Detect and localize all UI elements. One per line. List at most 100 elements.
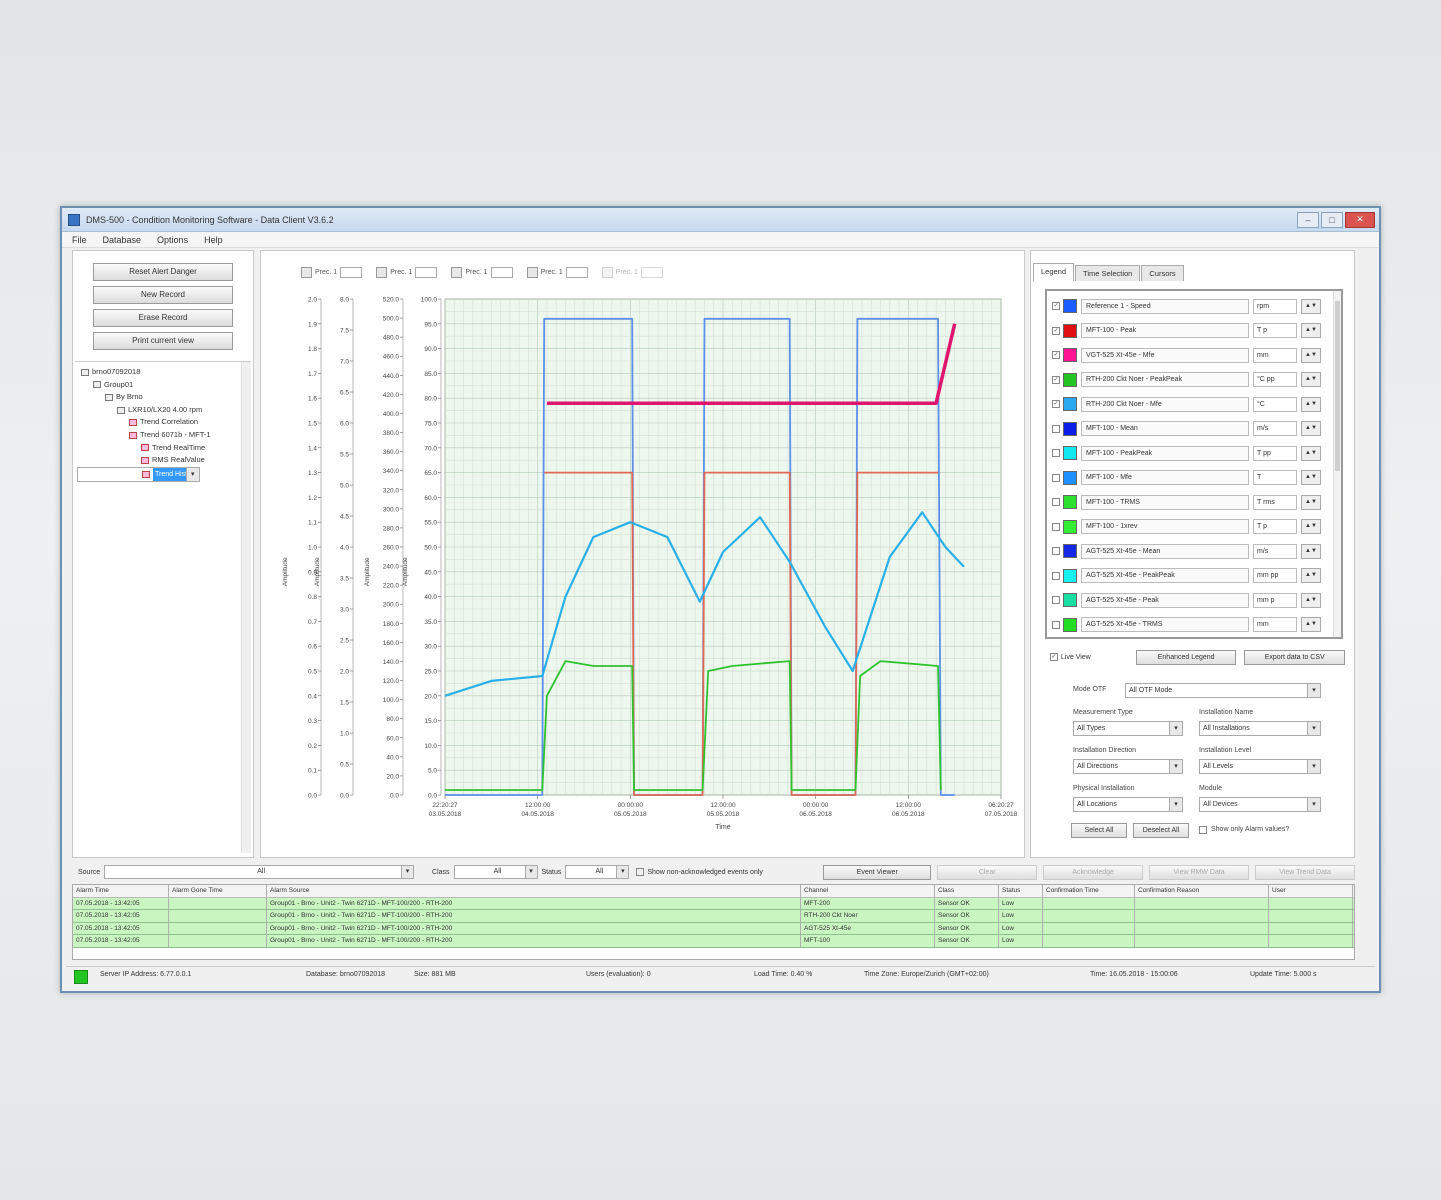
legend-visibility-checkbox[interactable] [1052, 571, 1060, 580]
installation-direction-select[interactable]: All Directions [1073, 759, 1183, 774]
legend-item[interactable]: AGT-525 Xt-45e - Peak mm p ▲▼ [1049, 588, 1341, 613]
legend-visibility-checkbox[interactable] [1052, 547, 1060, 556]
column-header[interactable]: Alarm Gone Time [169, 885, 267, 897]
menu-file[interactable]: File [72, 235, 87, 245]
select-all-button[interactable]: Select All [1071, 823, 1127, 838]
tree-node[interactable]: Trend RealTime [77, 442, 251, 455]
menu-help[interactable]: Help [204, 235, 223, 245]
series-color-swatch[interactable] [1063, 421, 1077, 436]
status-select[interactable]: All [565, 865, 630, 879]
live-view-checkbox[interactable]: ✓ [1050, 653, 1058, 661]
legend-visibility-checkbox[interactable]: ✓ [1052, 375, 1060, 384]
series-color-swatch[interactable] [1063, 495, 1077, 510]
tab-time-selection[interactable]: Time Selection [1075, 265, 1141, 281]
physical-installation-select[interactable]: All Locations [1073, 797, 1183, 812]
event-viewer-button[interactable]: Event Viewer [823, 864, 932, 880]
maximize-icon[interactable]: □ [1321, 211, 1343, 228]
installation-level-select[interactable]: All Levels [1199, 759, 1321, 774]
legend-item[interactable]: AGT-525 Xt-45e - TRMS mm ▲▼ [1049, 613, 1341, 638]
series-order-buttons[interactable]: ▲▼ [1301, 494, 1321, 510]
series-order-buttons[interactable]: ▲▼ [1301, 445, 1321, 461]
acknowledge-button[interactable]: Acknowledge [1043, 864, 1144, 880]
legend-item[interactable]: ✓ VGT-525 Xt-45e - Mfe mm ▲▼ [1049, 343, 1341, 368]
series-color-swatch[interactable] [1063, 348, 1077, 363]
series-color-swatch[interactable] [1063, 323, 1077, 338]
export-csv-button[interactable]: Export data to CSV [1244, 649, 1345, 665]
legend-item[interactable]: ✓ RTH-200 Ckt Noer - PeakPeak °C pp ▲▼ [1049, 368, 1341, 393]
legend-visibility-checkbox[interactable] [1052, 424, 1060, 433]
series-color-swatch[interactable] [1063, 544, 1077, 559]
series-color-swatch[interactable] [1063, 593, 1077, 608]
new-record-button[interactable]: New Record [93, 286, 233, 304]
column-header[interactable]: Confirmation Time [1043, 885, 1135, 897]
series-color-swatch[interactable] [1063, 519, 1077, 534]
show-alarm-checkbox[interactable] [1199, 826, 1207, 834]
class-select[interactable]: All [453, 865, 538, 879]
tree-node[interactable]: RMS RealValue [77, 454, 251, 467]
view-trend-button[interactable]: View Trend Data [1255, 864, 1356, 880]
menu-options[interactable]: Options [157, 235, 188, 245]
legend-item[interactable]: ✓ RTH-200 Ckt Noer - Mfe °C ▲▼ [1049, 392, 1341, 417]
series-order-buttons[interactable]: ▲▼ [1301, 323, 1321, 339]
series-order-buttons[interactable]: ▲▼ [1301, 347, 1321, 363]
series-order-buttons[interactable]: ▲▼ [1301, 543, 1321, 559]
tree-node[interactable]: Trend 6071b - MFT-1 [77, 429, 251, 442]
tree-scrollbar[interactable] [241, 362, 251, 853]
mode-select[interactable]: All OTF Mode [1125, 683, 1321, 698]
table-row[interactable]: 07.05.2018 - 13:42:05 Group01 - Brno - Un… [73, 935, 1354, 948]
tree-node[interactable]: brno07092018 [77, 366, 251, 379]
table-row[interactable]: 07.05.2018 - 13:42:05 Group01 - Brno - Un… [73, 910, 1354, 923]
measurement-type-select[interactable]: All Types [1073, 721, 1183, 736]
legend-item[interactable]: MFT-100 - 1xrev T p ▲▼ [1049, 515, 1341, 540]
column-header[interactable]: Alarm Source [267, 885, 801, 897]
close-icon[interactable]: ✕ [1345, 211, 1375, 228]
series-order-buttons[interactable]: ▲▼ [1301, 568, 1321, 584]
legend-item[interactable]: MFT-100 - Mean m/s ▲▼ [1049, 417, 1341, 442]
legend-item[interactable]: AGT-525 Xt-45e - PeakPeak mm pp ▲▼ [1049, 564, 1341, 589]
module-select[interactable]: All Devices [1199, 797, 1321, 812]
non-ack-checkbox[interactable] [636, 868, 645, 876]
series-color-swatch[interactable] [1063, 568, 1077, 583]
series-order-buttons[interactable]: ▲▼ [1301, 372, 1321, 388]
column-header[interactable]: User [1269, 885, 1353, 897]
series-order-buttons[interactable]: ▲▼ [1301, 592, 1321, 608]
enhanced-legend-button[interactable]: Enhanced Legend [1135, 649, 1237, 665]
menu-database[interactable]: Database [103, 235, 142, 245]
legend-visibility-checkbox[interactable]: ✓ [1052, 400, 1060, 409]
tree-node[interactable]: Trend Correlation [77, 416, 251, 429]
legend-visibility-checkbox[interactable] [1052, 498, 1060, 507]
legend-visibility-checkbox[interactable]: ✓ [1052, 326, 1060, 335]
column-header[interactable]: Confirmation Reason [1135, 885, 1269, 897]
tree-node[interactable]: By Brno [77, 391, 251, 404]
installation-name-select[interactable]: All Installations [1199, 721, 1321, 736]
reset-alert-button[interactable]: Reset Alert Danger [93, 263, 233, 281]
tree-node[interactable]: Group01 [77, 379, 251, 392]
trend-chart[interactable]: 2.01.91.81.71.61.51.41.31.21.11.00.90.80… [261, 251, 1026, 859]
tree-node[interactable]: Trend History [77, 466, 200, 482]
series-order-buttons[interactable]: ▲▼ [1301, 470, 1321, 486]
legend-item[interactable]: ✓ MFT-100 - Peak T p ▲▼ [1049, 319, 1341, 344]
series-color-swatch[interactable] [1063, 470, 1077, 485]
legend-item[interactable]: MFT-100 - TRMS T rms ▲▼ [1049, 490, 1341, 515]
minimize-icon[interactable]: – [1297, 211, 1319, 228]
legend-visibility-checkbox[interactable] [1052, 596, 1060, 605]
source-select[interactable]: All [104, 865, 415, 879]
table-row[interactable]: 07.05.2018 - 13:42:05 Group01 - Brno - Un… [73, 897, 1354, 910]
legend-item[interactable]: AGT-525 Xt-45e - Mean m/s ▲▼ [1049, 539, 1341, 564]
series-color-swatch[interactable] [1063, 372, 1077, 387]
legend-item[interactable]: ✓ Reference 1 - Speed rpm ▲▼ [1049, 294, 1341, 319]
legend-scrollbar[interactable] [1333, 291, 1341, 637]
legend-visibility-checkbox[interactable] [1052, 473, 1060, 482]
erase-record-button[interactable]: Erase Record [93, 309, 233, 327]
legend-visibility-checkbox[interactable]: ✓ [1052, 351, 1060, 360]
series-color-swatch[interactable] [1063, 617, 1077, 632]
legend-item[interactable]: MFT-100 - PeakPeak T pp ▲▼ [1049, 441, 1341, 466]
series-color-swatch[interactable] [1063, 397, 1077, 412]
series-order-buttons[interactable]: ▲▼ [1301, 396, 1321, 412]
column-header[interactable]: Channel [801, 885, 935, 897]
series-order-buttons[interactable]: ▲▼ [1301, 617, 1321, 633]
legend-visibility-checkbox[interactable] [1052, 449, 1060, 458]
legend-visibility-checkbox[interactable] [1052, 620, 1060, 629]
series-order-buttons[interactable]: ▲▼ [1301, 519, 1321, 535]
tree-node[interactable]: LXR10/LX20 4.00 rpm [77, 404, 251, 417]
